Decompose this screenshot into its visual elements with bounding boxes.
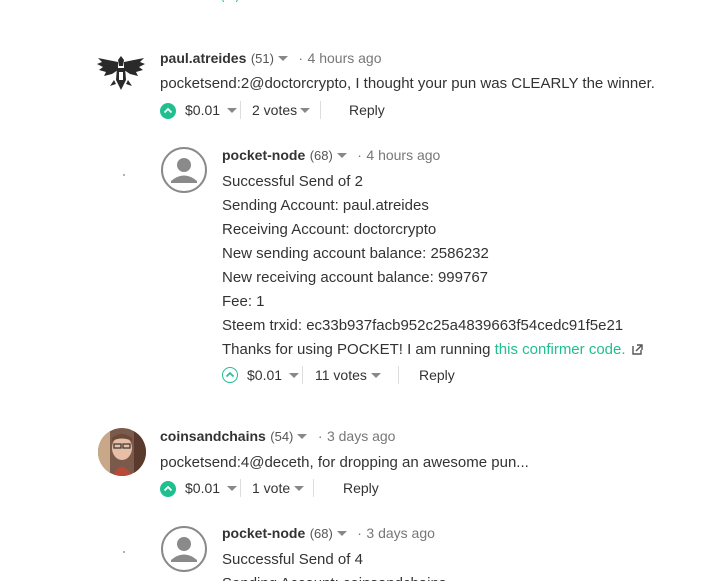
body-line: Receiving Account: doctorcrypto — [222, 221, 437, 238]
chevron-down-icon[interactable] — [289, 373, 299, 378]
body-line: Steem trxid: ec33b937facb952c25a4839663f… — [222, 317, 624, 334]
comment-timestamp[interactable]: 3 days ago — [366, 525, 435, 541]
author-reputation: (54) — [270, 429, 294, 444]
body-line: Sending Account: coinsandchains — [222, 572, 446, 581]
body-line: New receiving account balance: 999767 — [222, 269, 489, 286]
chevron-down-icon[interactable] — [227, 486, 237, 491]
thread-marker — [123, 551, 125, 553]
reply-button[interactable]: Reply — [349, 102, 385, 118]
divider — [398, 366, 399, 384]
payout-value[interactable]: $0.01 — [185, 102, 220, 118]
upvote-chevron-icon — [163, 107, 173, 114]
chevron-down-icon[interactable] — [297, 434, 308, 440]
comment-author[interactable]: paul.atreides — [160, 50, 246, 66]
chevron-down-icon[interactable] — [336, 153, 347, 159]
comment-timestamp[interactable]: 4 hours ago — [366, 147, 440, 163]
upvote-button[interactable] — [160, 481, 176, 497]
comment-footer: $0.01 11 votes Reply — [222, 366, 622, 386]
divider — [313, 479, 314, 497]
confirmer-code-link[interactable]: this confirmer code. — [495, 341, 626, 358]
body-line: Thanks for using POCKET! I am running th… — [222, 338, 643, 362]
chevron-down-icon[interactable] — [294, 486, 304, 491]
divider — [240, 479, 241, 497]
payout-value[interactable]: $0.01 — [247, 367, 282, 383]
comment-body: pocketsend:4@deceth, for dropping an awe… — [160, 454, 529, 471]
chevron-down-icon[interactable] — [227, 108, 237, 113]
body-line: Fee: 1 — [222, 293, 265, 310]
divider — [302, 366, 303, 384]
comment-timestamp[interactable]: 3 days ago — [327, 428, 396, 444]
comment-author[interactable]: coinsandchains — [160, 428, 266, 444]
upvote-chevron-icon — [225, 371, 235, 378]
default-user-icon — [161, 526, 207, 572]
divider — [240, 101, 241, 119]
upvote-button[interactable] — [160, 103, 176, 119]
body-line: Successful Send of 2 — [222, 173, 363, 190]
user-photo-icon — [98, 428, 146, 476]
chevron-down-icon[interactable] — [371, 373, 381, 378]
comment-author[interactable]: pocket-node — [222, 525, 305, 541]
reply-button[interactable]: Reply — [419, 367, 455, 383]
chevron-down-icon[interactable] — [336, 531, 347, 537]
author-reputation: (68) — [309, 148, 333, 163]
thanks-text: Thanks for using POCKET! I am running — [222, 341, 495, 358]
avatar[interactable] — [160, 525, 208, 573]
body-line: Sending Account: paul.atreides — [222, 197, 429, 214]
avatar[interactable] — [98, 428, 146, 476]
votes-count[interactable]: 1 vote — [252, 480, 290, 496]
comment-author[interactable]: pocket-node — [222, 147, 305, 163]
upvote-chevron-icon — [163, 485, 173, 492]
divider — [320, 101, 321, 119]
author-reputation: (51) — [250, 51, 274, 66]
chevron-down-icon[interactable] — [277, 56, 288, 62]
reply-button[interactable]: Reply — [343, 480, 379, 496]
comment-body: Successful Send of 2 Sending Account: pa… — [222, 170, 643, 362]
external-link-icon[interactable] — [631, 344, 643, 355]
author-reputation: (68) — [309, 526, 333, 541]
upvote-button[interactable] — [222, 367, 238, 383]
thread-marker — [123, 174, 125, 176]
comment-body: Successful Send of 4 Sending Account: co… — [222, 548, 446, 581]
comment-body: pocketsend:2@doctorcrypto, I thought you… — [160, 75, 655, 92]
votes-count[interactable]: 2 votes — [252, 102, 297, 118]
comment-footer: $0.01 2 votes Reply — [160, 101, 560, 121]
payout-value[interactable]: $0.01 — [185, 480, 220, 496]
chevron-down-icon[interactable] — [300, 108, 310, 113]
comment-footer: $0.01 1 vote Reply — [160, 479, 560, 499]
eagle-emblem-icon — [97, 56, 145, 90]
body-line: Successful Send of 4 — [222, 551, 363, 568]
default-user-icon — [161, 147, 207, 193]
body-line: New sending account balance: 2586232 — [222, 245, 489, 262]
partial-footer-top — [222, 0, 522, 2]
comment-timestamp[interactable]: 4 hours ago — [308, 50, 382, 66]
avatar[interactable] — [160, 146, 208, 194]
votes-count[interactable]: 11 votes — [315, 367, 367, 383]
avatar[interactable] — [96, 52, 146, 92]
